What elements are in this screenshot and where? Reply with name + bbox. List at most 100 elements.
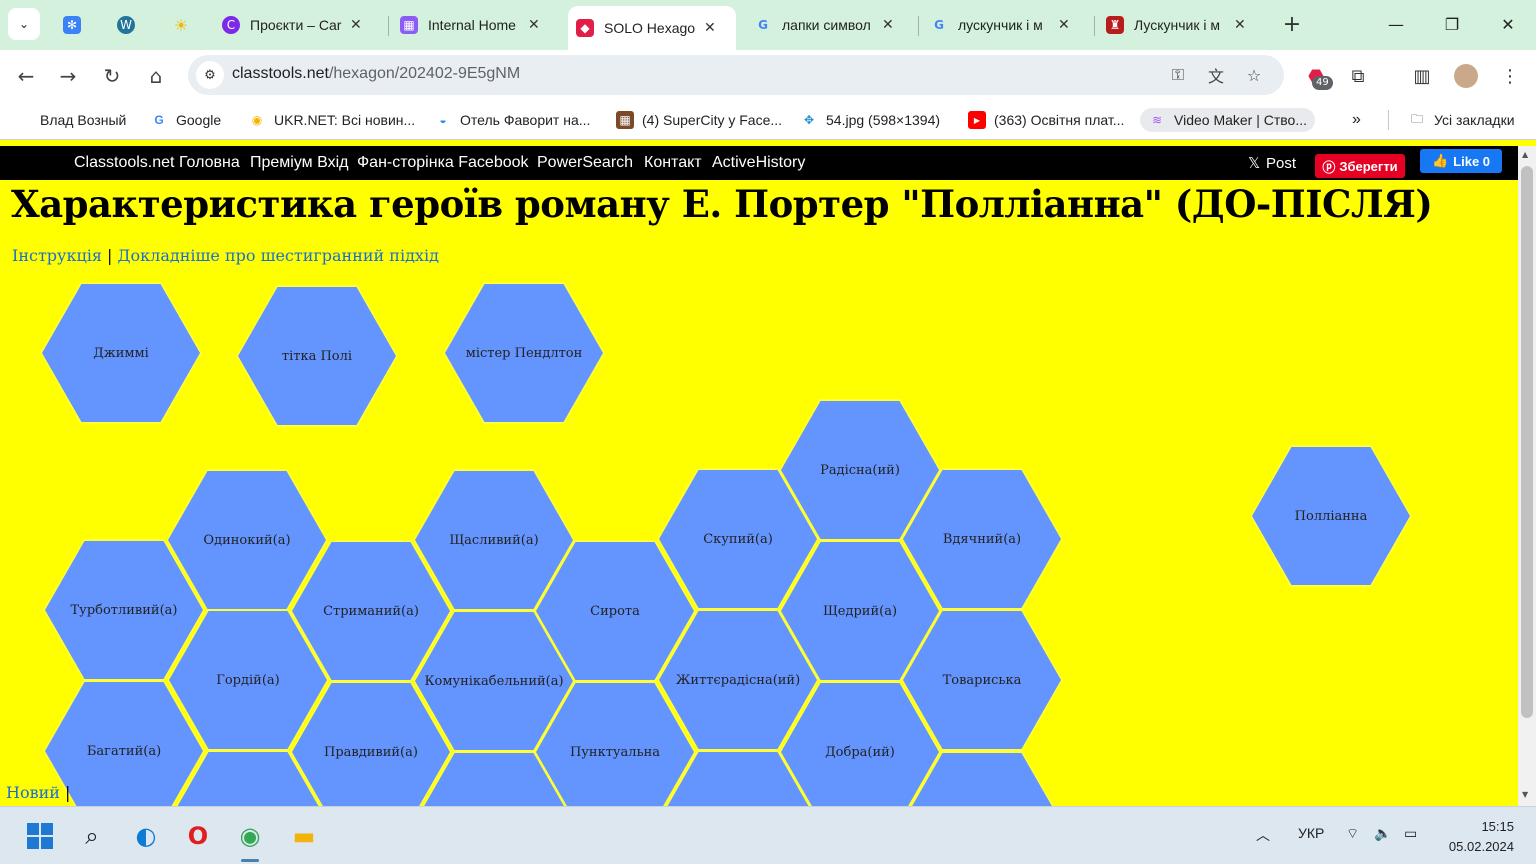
extensions-puzzle-icon[interactable]: ⧉ bbox=[1344, 62, 1372, 90]
bookmark-label: 54.jpg (598×1394) bbox=[826, 112, 941, 128]
forward-arrow-icon[interactable]: → bbox=[52, 60, 84, 92]
bookmark-label: Отель Фаворит на... bbox=[460, 112, 591, 128]
search-icon[interactable]: ⌕ bbox=[72, 816, 112, 856]
scroll-down-icon[interactable]: ▼ bbox=[1522, 790, 1528, 799]
tab-nutcracker[interactable]: ♜ Лускунчик і м ✕ bbox=[1098, 6, 1266, 44]
battery-icon[interactable]: ▭ bbox=[1404, 825, 1417, 842]
site-info-icon[interactable]: ⚙ bbox=[196, 61, 224, 89]
bookmark-item[interactable]: ✥ 54.jpg (598×1394) bbox=[800, 108, 940, 132]
clock[interactable]: 15:15 05.02.2024 bbox=[1440, 817, 1514, 857]
tab-canva[interactable]: C Проєкти – Car ✕ bbox=[214, 6, 386, 44]
bookmark-item[interactable]: G Google bbox=[150, 108, 221, 132]
tab-pinned-1[interactable]: ✻ bbox=[46, 6, 98, 44]
key-icon[interactable]: ⚿ bbox=[1166, 63, 1190, 87]
nav-link-premium[interactable]: Преміум Вхід bbox=[250, 154, 349, 172]
close-window-icon[interactable]: ✕ bbox=[1488, 8, 1528, 40]
windows-start-icon[interactable] bbox=[20, 816, 60, 856]
hexagon-tile[interactable]: Полліанна bbox=[1250, 445, 1412, 587]
sun-icon: ☀ bbox=[173, 15, 189, 35]
bookmark-label: Video Maker | Ство... bbox=[1174, 112, 1308, 128]
hexagon-label: тітка Полі bbox=[238, 287, 396, 425]
language-indicator[interactable]: УКР bbox=[1298, 825, 1324, 841]
wifi-icon[interactable]: ⌔ bbox=[1346, 825, 1359, 843]
extension-badge: 49 bbox=[1312, 76, 1333, 90]
close-icon[interactable]: ✕ bbox=[1058, 17, 1070, 33]
close-icon[interactable]: ✕ bbox=[350, 17, 362, 33]
opera-icon[interactable]: O bbox=[178, 816, 218, 856]
hexagon-tile[interactable]: тітка Полі bbox=[236, 285, 398, 427]
videomaker-icon: ≋ bbox=[1151, 113, 1163, 127]
bookmark-item[interactable]: ≋ Video Maker | Ство... bbox=[1140, 108, 1316, 132]
more-bookmarks-chevron-icon[interactable]: » bbox=[1352, 108, 1361, 132]
tab-pinned-3[interactable]: ☀ bbox=[155, 6, 207, 44]
new-link[interactable]: Новий bbox=[6, 783, 60, 802]
close-icon[interactable]: ✕ bbox=[528, 17, 540, 33]
x-post-button[interactable]: 𝕏 Post bbox=[1234, 146, 1310, 180]
instruction-links: Інструкція | Докладніше про шестигранний… bbox=[12, 246, 439, 265]
restore-icon[interactable]: ❐ bbox=[1432, 8, 1472, 40]
nav-link-home[interactable]: Classtools.net Головна bbox=[74, 154, 240, 172]
hexagon-tile[interactable] bbox=[413, 751, 575, 806]
volume-icon[interactable]: 🔈 bbox=[1374, 825, 1391, 842]
hexagon-tile[interactable]: Джиммі bbox=[40, 282, 202, 424]
site-nav-bar: Classtools.net Головна Преміум Вхід Фан-… bbox=[0, 146, 1518, 180]
tab-solo-hexagon[interactable]: ◆ SOLO Hexagon ✕ bbox=[568, 6, 736, 50]
bookmark-item[interactable]: ◉ UKR.NET: Всі новин... bbox=[248, 108, 415, 132]
about-hexagon-link[interactable]: Докладніше про шестигранний підхід bbox=[118, 246, 439, 265]
close-icon[interactable]: ✕ bbox=[704, 20, 716, 36]
address-bar[interactable]: ⚙ classtools.net/hexagon/202402-9E5gNM ⚿… bbox=[188, 55, 1284, 95]
pinterest-icon: ⓟ bbox=[1322, 159, 1336, 175]
home-icon[interactable]: ⌂ bbox=[140, 60, 172, 92]
tab-title: Лускунчик і м bbox=[1134, 17, 1220, 33]
profile-avatar[interactable] bbox=[1452, 62, 1480, 90]
footer-links: Новий | bbox=[6, 783, 70, 802]
supercity-icon: ▦ bbox=[616, 111, 634, 129]
instructions-link[interactable]: Інструкція bbox=[12, 246, 102, 265]
google-icon: G bbox=[758, 18, 768, 32]
reload-icon[interactable]: ↻ bbox=[96, 60, 128, 92]
side-panel-icon[interactable]: ▥ bbox=[1408, 62, 1436, 90]
tab-google-2[interactable]: G лускунчик і м ✕ bbox=[922, 6, 1090, 44]
back-arrow-icon[interactable]: ← bbox=[10, 60, 42, 92]
google-icon: G bbox=[934, 18, 944, 32]
new-tab-plus-icon[interactable]: + bbox=[1278, 10, 1306, 38]
url-text[interactable]: classtools.net/hexagon/202402-9E5gNM bbox=[232, 65, 520, 83]
hexagon-tile[interactable]: містер Пендлтон bbox=[443, 282, 605, 424]
scrollbar-thumb[interactable] bbox=[1521, 166, 1533, 718]
hexagon-tile[interactable] bbox=[901, 751, 1063, 806]
tray-chevron-up-icon[interactable]: ︿ bbox=[1256, 825, 1270, 845]
bookmark-item[interactable]: ▦ (4) SuperCity у Face... bbox=[616, 108, 782, 132]
translate-icon[interactable]: 文 bbox=[1204, 63, 1228, 87]
edge-icon[interactable]: ◐ bbox=[126, 816, 166, 856]
bookmark-label: (363) Освітня плат... bbox=[994, 112, 1125, 128]
tab-search-dropdown-icon[interactable]: ⌄ bbox=[8, 8, 40, 40]
save-label: Зберегти bbox=[1339, 158, 1398, 174]
close-icon[interactable]: ✕ bbox=[1234, 17, 1246, 33]
scroll-up-icon[interactable]: ▲ bbox=[1522, 150, 1528, 159]
facebook-like-button[interactable]: 👍 Like 0 bbox=[1420, 149, 1502, 173]
nav-link-facebook[interactable]: Фан-сторінка Facebook bbox=[357, 154, 529, 172]
windows-logo-icon bbox=[27, 823, 53, 849]
avatar bbox=[1454, 64, 1478, 88]
tab-pinned-2[interactable]: W bbox=[100, 6, 152, 44]
menu-dots-icon[interactable]: ⋮ bbox=[1496, 62, 1524, 90]
minimize-icon[interactable]: — bbox=[1376, 8, 1416, 40]
nav-link-contact[interactable]: Контакт bbox=[644, 154, 702, 172]
star-bookmark-icon[interactable]: ☆ bbox=[1242, 63, 1266, 87]
tab-google-1[interactable]: G лапки символ ✕ bbox=[746, 6, 914, 44]
close-icon[interactable]: ✕ bbox=[882, 17, 894, 33]
nav-link-powersearch[interactable]: PowerSearch bbox=[537, 154, 633, 172]
bookmark-item[interactable]: ▶ (363) Освітня плат... bbox=[968, 108, 1124, 132]
hexagon-tile[interactable] bbox=[167, 750, 329, 806]
hotel-icon: ◒ bbox=[439, 113, 447, 127]
file-explorer-icon[interactable]: ▬ bbox=[284, 816, 324, 856]
bookmark-item[interactable]: ◒ Отель Фаворит на... bbox=[434, 108, 590, 132]
chrome-icon[interactable]: ◉ bbox=[230, 816, 270, 856]
pinterest-save-button[interactable]: ⓟ Зберегти bbox=[1315, 154, 1405, 178]
all-bookmarks[interactable]: 🗀 Усі закладки bbox=[1408, 108, 1515, 132]
tab-internal-home[interactable]: ▦ Internal Home ✕ bbox=[392, 6, 562, 44]
nav-link-activehistory[interactable]: ActiveHistory bbox=[712, 154, 805, 172]
bookmark-item[interactable]: Влад Возный bbox=[40, 108, 126, 132]
page-scrollbar[interactable]: ▲ ▼ bbox=[1518, 146, 1536, 806]
hexagon-tile[interactable] bbox=[657, 750, 819, 806]
